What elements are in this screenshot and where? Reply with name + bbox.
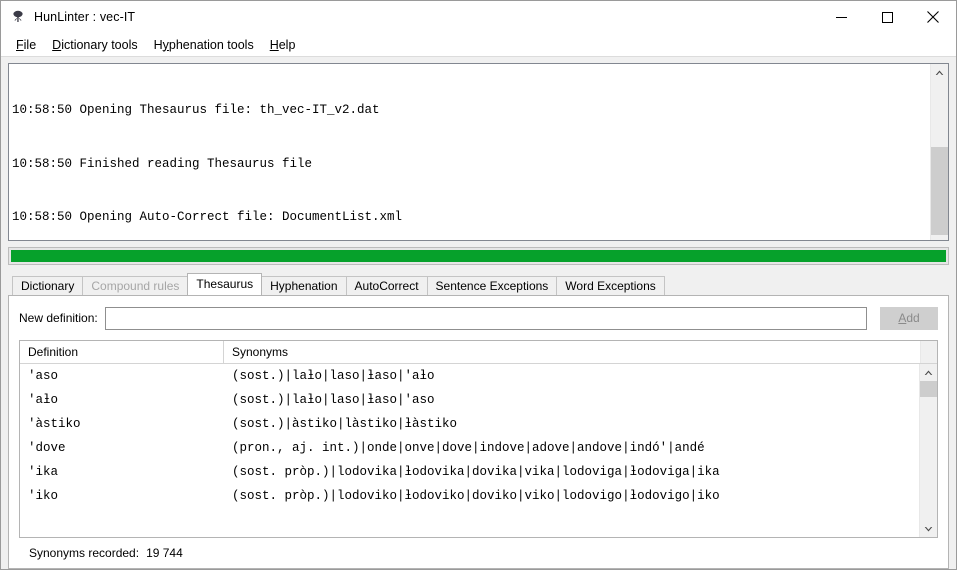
maximize-button[interactable] <box>864 1 910 33</box>
add-button-mnemonic: A <box>898 311 907 325</box>
menu-file-mnemonic: F <box>16 37 24 52</box>
tab-sentence-exceptions[interactable]: Sentence Exceptions <box>426 276 558 295</box>
table-header: Definition Synonyms <box>20 341 937 364</box>
cell-definition: 'iko <box>28 489 59 503</box>
menu-hyphenation-tools[interactable]: Hyphenation tools <box>146 36 262 54</box>
tab-compound-rules: Compound rules <box>82 276 189 295</box>
table-rows: 'aso (sost.)|laƚo|laso|ƚaso|'aƚo 'aƚo (s… <box>20 364 919 537</box>
table-header-spacer <box>920 341 937 363</box>
log-scrollbar-track[interactable] <box>931 81 948 235</box>
status-label: Synonyms recorded: <box>29 546 140 560</box>
column-header-synonyms[interactable]: Synonyms <box>224 341 920 363</box>
column-header-definition[interactable]: Definition <box>20 341 224 363</box>
menu-bar: File Dictionary tools Hyphenation tools … <box>1 33 956 57</box>
table-scrollbar[interactable] <box>919 364 937 537</box>
tab-thesaurus-label: Thesaurus <box>196 277 254 291</box>
tab-sentence-exceptions-label: Sentence Exceptions <box>435 279 549 293</box>
thesaurus-table: Definition Synonyms 'aso (sost.)|laƚo|la… <box>19 340 938 538</box>
add-button-post: dd <box>906 311 920 325</box>
menu-hyphenation-tools-pre: H <box>153 37 163 52</box>
log-line: 10:58:50 Opening Auto-Correct file: Docu… <box>12 210 403 225</box>
status-value: 19 744 <box>146 546 183 560</box>
tab-hyphenation-label: Hyphenation <box>270 279 338 293</box>
new-definition-label: New definition: <box>19 311 98 325</box>
tab-hyphenation[interactable]: Hyphenation <box>261 276 347 295</box>
menu-help-mnemonic: H <box>269 37 279 52</box>
menu-help[interactable]: Help <box>262 36 304 54</box>
log-scrollbar-thumb[interactable] <box>931 147 948 235</box>
tab-bar: Dictionary Compound rules Thesaurus Hyph… <box>8 273 949 295</box>
status-bar: Synonyms recorded: 19 744 <box>19 538 938 568</box>
log-line: 10:58:50 Opening Thesaurus file: th_vec-… <box>12 102 380 117</box>
tab-compound-rules-label: Compound rules <box>91 279 180 293</box>
maximize-icon <box>881 11 893 23</box>
log-scrollbar[interactable] <box>930 64 948 240</box>
close-icon <box>927 11 939 23</box>
cell-definition: 'ika <box>28 465 59 479</box>
scroll-up-arrow-icon[interactable] <box>920 364 937 381</box>
menu-dictionary-tools-mnemonic: D <box>52 37 62 52</box>
thesaurus-panel: New definition: Add Definition Synonyms … <box>8 295 949 569</box>
tab-dictionary[interactable]: Dictionary <box>12 276 84 295</box>
tab-autocorrect-label: AutoCorrect <box>354 279 419 293</box>
tab-dictionary-label: Dictionary <box>21 279 75 293</box>
cell-synonyms: (sost.)|laƚo|laso|ƚaso|'aso <box>232 393 435 407</box>
title-bar: HunLinter : vec-IT <box>1 1 956 33</box>
menu-hyphenation-tools-post: phenation tools <box>168 37 254 52</box>
cell-definition: 'dove <box>28 441 66 455</box>
table-scrollbar-thumb[interactable] <box>920 381 937 397</box>
menu-file-post: ile <box>23 37 37 52</box>
close-button[interactable] <box>910 1 956 33</box>
cell-synonyms: (sost. pròp.)|lodoviko|ƚodoviko|doviko|v… <box>232 489 720 503</box>
tree-icon <box>10 9 26 25</box>
content-area: 10:58:50 Opening Thesaurus file: th_vec-… <box>1 57 956 569</box>
scroll-up-arrow-icon[interactable] <box>931 64 948 81</box>
cell-definition: 'aso <box>28 369 59 383</box>
table-body-area: 'aso (sost.)|laƚo|laso|ƚaso|'aƚo 'aƚo (s… <box>20 364 937 537</box>
tab-thesaurus[interactable]: Thesaurus <box>187 273 263 295</box>
cell-synonyms: (sost.)|laƚo|laso|ƚaso|'aƚo <box>232 369 435 383</box>
window-controls <box>818 1 956 33</box>
log-line: 10:58:50 Finished reading Thesaurus file <box>12 156 313 171</box>
cell-definition: 'àstiko <box>28 417 81 431</box>
table-row[interactable]: 'dove (pron., aj. int.)|onde|onve|dove|i… <box>20 436 919 460</box>
log-panel: 10:58:50 Opening Thesaurus file: th_vec-… <box>8 63 949 241</box>
minimize-icon <box>835 16 847 18</box>
new-definition-row: New definition: Add <box>19 306 938 330</box>
table-row[interactable]: 'àstiko (sost.)|àstiko|làstiko|ƚàstiko <box>20 412 919 436</box>
new-definition-input[interactable] <box>104 306 867 330</box>
table-scrollbar-track[interactable] <box>920 381 937 520</box>
cell-definition: 'aƚo <box>28 393 59 407</box>
minimize-button[interactable] <box>818 1 864 33</box>
log-text: 10:58:50 Opening Thesaurus file: th_vec-… <box>9 64 930 240</box>
table-row[interactable]: 'ika (sost. pròp.)|lodovika|ƚodovika|dov… <box>20 460 919 484</box>
menu-help-post: elp <box>278 37 296 52</box>
menu-dictionary-tools[interactable]: Dictionary tools <box>44 36 145 54</box>
add-button: Add <box>880 306 938 330</box>
cell-synonyms: (sost.)|àstiko|làstiko|ƚàstiko <box>232 417 458 431</box>
tab-word-exceptions[interactable]: Word Exceptions <box>556 276 665 295</box>
tab-word-exceptions-label: Word Exceptions <box>565 279 656 293</box>
menu-file[interactable]: File <box>8 36 44 54</box>
scroll-down-arrow-icon[interactable] <box>920 520 937 537</box>
cell-synonyms: (pron., aj. int.)|onde|onve|dove|indove|… <box>232 441 705 455</box>
table-row[interactable]: 'aso (sost.)|laƚo|laso|ƚaso|'aƚo <box>20 364 919 388</box>
progress-bar-fill <box>11 250 946 262</box>
cell-synonyms: (sost. pròp.)|lodovika|ƚodovika|dovika|v… <box>232 465 720 479</box>
tab-autocorrect[interactable]: AutoCorrect <box>345 276 428 295</box>
table-row[interactable]: 'iko (sost. pròp.)|lodoviko|ƚodoviko|dov… <box>20 484 919 508</box>
menu-dictionary-tools-post: ictionary tools <box>61 37 138 52</box>
application-window: HunLinter : vec-IT File Dictionary tools <box>0 0 957 570</box>
window-title: HunLinter : vec-IT <box>34 10 136 24</box>
progress-bar <box>8 247 949 265</box>
table-row[interactable]: 'aƚo (sost.)|laƚo|laso|ƚaso|'aso <box>20 388 919 412</box>
